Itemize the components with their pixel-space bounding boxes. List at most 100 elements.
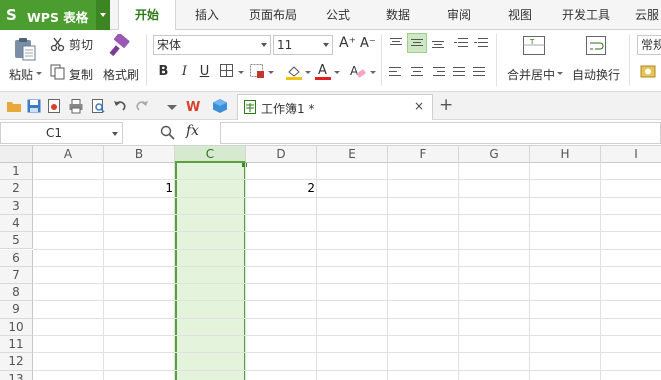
number-format-select[interactable]: 常规 bbox=[637, 35, 661, 55]
format-painter-button[interactable]: 格式刷 bbox=[103, 66, 139, 83]
app-menu-dropdown-icon[interactable] bbox=[96, 0, 110, 30]
new-tab-button[interactable]: + bbox=[439, 95, 453, 115]
currency-icon[interactable] bbox=[640, 63, 658, 81]
row-header-5[interactable]: 5 bbox=[0, 232, 33, 250]
row-header-7[interactable]: 7 bbox=[0, 266, 33, 285]
font-size-select[interactable]: 11 bbox=[273, 35, 333, 55]
row-header-3[interactable]: 3 bbox=[0, 197, 33, 215]
close-icon[interactable]: × bbox=[414, 99, 424, 113]
merge-center-button[interactable]: 合并居中 bbox=[507, 66, 555, 83]
bold-button[interactable]: B bbox=[155, 63, 172, 80]
column-header-b[interactable]: B bbox=[104, 146, 175, 163]
row-header-6[interactable]: 6 bbox=[0, 249, 33, 267]
open-folder-icon[interactable] bbox=[6, 98, 22, 114]
redo-icon[interactable] bbox=[134, 98, 150, 114]
cloud-box-icon[interactable] bbox=[212, 98, 228, 114]
copy-icon[interactable] bbox=[50, 64, 66, 80]
undo-icon[interactable] bbox=[112, 98, 128, 114]
row-header-13[interactable]: 13 bbox=[0, 370, 33, 380]
ribbon-divider bbox=[146, 34, 147, 86]
column-header-i[interactable]: I bbox=[601, 146, 661, 163]
print-preview-icon[interactable] bbox=[90, 98, 106, 114]
spreadsheet-grid[interactable]: ABCDEFGHI 1 2 3 4 5 6 7 8 9 10 11 12 13 12 bbox=[0, 146, 661, 380]
customize-toolbar-icon[interactable] bbox=[167, 105, 177, 110]
font-name-select[interactable]: 宋体 bbox=[153, 35, 271, 55]
select-all-corner[interactable] bbox=[0, 146, 33, 163]
align-left-icon[interactable] bbox=[388, 65, 404, 79]
tab-review[interactable]: 审阅 bbox=[433, 0, 485, 30]
column-header-a[interactable]: A bbox=[33, 146, 104, 163]
merge-center-dropdown-icon[interactable] bbox=[557, 72, 563, 75]
tab-insert[interactable]: 插入 bbox=[180, 0, 234, 30]
scissors-icon[interactable] bbox=[50, 36, 66, 52]
format-painter-icon[interactable] bbox=[107, 32, 133, 60]
row-header-10[interactable]: 10 bbox=[0, 318, 33, 336]
tab-data[interactable]: 数据 bbox=[372, 0, 424, 30]
column-header-h[interactable]: H bbox=[530, 146, 601, 163]
clear-format-icon[interactable]: A bbox=[349, 63, 367, 81]
wrap-text-icon[interactable] bbox=[585, 35, 607, 57]
column-header-c[interactable]: C bbox=[175, 146, 246, 163]
row-header-2[interactable]: 2 bbox=[0, 180, 33, 198]
font-color-icon[interactable]: A bbox=[314, 62, 332, 81]
row-header-1[interactable]: 1 bbox=[0, 163, 33, 181]
save-icon[interactable] bbox=[26, 98, 42, 114]
align-right-icon[interactable] bbox=[430, 65, 446, 79]
export-pdf-icon[interactable] bbox=[46, 98, 62, 114]
document-tab[interactable]: 工作簿1 * × bbox=[237, 94, 433, 120]
column-header-d[interactable]: D bbox=[246, 146, 317, 163]
justify-icon[interactable] bbox=[451, 65, 467, 79]
grid-column-line bbox=[458, 163, 459, 380]
align-center-icon[interactable] bbox=[409, 65, 425, 79]
borders-dropdown-icon[interactable] bbox=[238, 71, 244, 74]
column-header-g[interactable]: G bbox=[459, 146, 530, 163]
row-header-8[interactable]: 8 bbox=[0, 284, 33, 302]
increase-indent-icon[interactable] bbox=[473, 36, 489, 50]
align-middle-icon[interactable] bbox=[407, 33, 427, 53]
borders-icon[interactable] bbox=[219, 63, 237, 80]
fill-color-dropdown-icon[interactable] bbox=[305, 71, 311, 74]
cell-d2[interactable]: 2 bbox=[246, 180, 317, 197]
paste-dropdown-icon[interactable] bbox=[36, 72, 42, 75]
app-menu-button[interactable]: S WPS 表格 bbox=[0, 0, 110, 30]
shrink-font-button[interactable]: A⁻ bbox=[360, 36, 376, 51]
clear-format-dropdown-icon[interactable] bbox=[370, 71, 376, 74]
merge-center-icon[interactable]: T bbox=[522, 35, 546, 57]
align-bottom-icon[interactable] bbox=[430, 36, 446, 50]
underline-button[interactable]: U bbox=[196, 63, 213, 80]
italic-button[interactable]: I bbox=[176, 63, 193, 80]
align-top-icon[interactable] bbox=[388, 36, 404, 50]
paste-icon[interactable] bbox=[12, 36, 38, 62]
tab-home[interactable]: 开始 bbox=[118, 0, 176, 31]
tab-cloud[interactable]: 云服 bbox=[627, 0, 661, 30]
column-header-e[interactable]: E bbox=[317, 146, 388, 163]
tab-developer[interactable]: 开发工具 bbox=[554, 0, 618, 30]
tab-formulas[interactable]: 公式 bbox=[312, 0, 364, 30]
copy-button[interactable]: 复制 bbox=[69, 66, 93, 83]
row-header-11[interactable]: 11 bbox=[0, 336, 33, 354]
zoom-search-icon[interactable] bbox=[160, 125, 176, 141]
fill-color-icon[interactable] bbox=[285, 63, 303, 81]
wps-home-icon[interactable]: W bbox=[186, 98, 202, 115]
row-header-4[interactable]: 4 bbox=[0, 214, 33, 233]
grow-font-button[interactable]: A⁺ bbox=[339, 35, 356, 51]
tab-page-layout[interactable]: 页面布局 bbox=[238, 0, 308, 30]
cut-button[interactable]: 剪切 bbox=[69, 36, 93, 53]
insert-function-button[interactable]: fx bbox=[186, 123, 199, 139]
cell-b2[interactable]: 1 bbox=[104, 180, 175, 197]
tab-view[interactable]: 视图 bbox=[494, 0, 546, 30]
fill-pattern-dropdown-icon[interactable] bbox=[268, 71, 274, 74]
font-color-dropdown-icon[interactable] bbox=[334, 71, 340, 74]
row-header-12[interactable]: 12 bbox=[0, 353, 33, 371]
column-header-f[interactable]: F bbox=[388, 146, 459, 163]
chevron-down-icon[interactable] bbox=[112, 132, 118, 136]
name-box[interactable]: C1 bbox=[0, 122, 123, 144]
formula-input[interactable] bbox=[220, 122, 661, 144]
distribute-icon[interactable] bbox=[471, 65, 487, 79]
decrease-indent-icon[interactable] bbox=[453, 36, 469, 50]
paste-button[interactable]: 粘贴 bbox=[9, 66, 33, 83]
print-icon[interactable] bbox=[68, 98, 84, 114]
wrap-text-button[interactable]: 自动换行 bbox=[572, 66, 620, 83]
fill-pattern-icon[interactable] bbox=[249, 63, 267, 80]
row-header-9[interactable]: 9 bbox=[0, 301, 33, 319]
